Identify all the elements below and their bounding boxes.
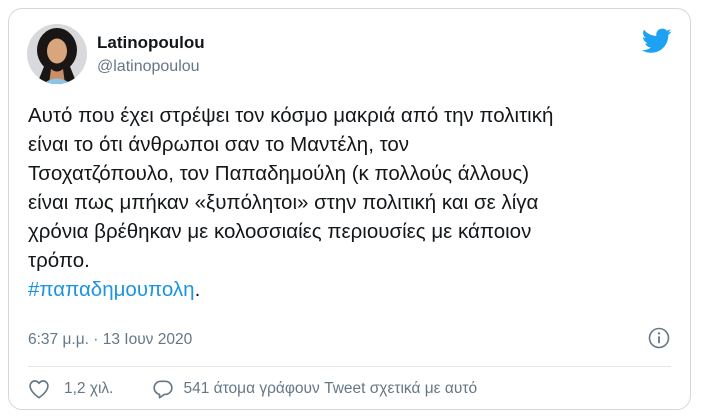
tweet-body: Αυτό που έχει στρέψει τον κόσμο μακριά α… (28, 104, 554, 272)
tweet-text: Αυτό που έχει στρέψει τον κόσμο μακριά α… (28, 101, 678, 304)
reply-count-text: 541 άτομα γράφουν Tweet σχετικά με αυτό (183, 380, 478, 397)
divider (28, 366, 671, 367)
info-icon[interactable] (648, 327, 670, 349)
hashtag-suffix: . (194, 278, 201, 301)
tweet-timestamp[interactable]: 6:37 μ.μ. · 13 Ιουν 2020 (28, 331, 192, 349)
user-handle[interactable]: @latinopoulou (97, 58, 200, 76)
tweet-card: Latinopoulou @latinopoulou Αυτό που έχει… (8, 8, 691, 410)
like-count: 1,2 χιλ. (64, 380, 114, 397)
reply-button[interactable]: 541 άτομα γράφουν Tweet σχετικά με αυτό (152, 379, 478, 399)
heart-icon (28, 379, 50, 399)
comment-icon (152, 379, 174, 399)
profile-photo (27, 24, 87, 84)
like-button[interactable]: 1,2 χιλ. (28, 379, 114, 399)
display-name[interactable]: Latinopoulou (97, 33, 205, 53)
tweet-actions: 1,2 χιλ. 541 άτομα γράφουν Tweet σχετικά… (28, 377, 477, 401)
avatar[interactable] (27, 24, 87, 84)
hashtag-link[interactable]: #παπαδημουπολη (28, 278, 195, 301)
twitter-bird-icon[interactable] (641, 28, 672, 54)
